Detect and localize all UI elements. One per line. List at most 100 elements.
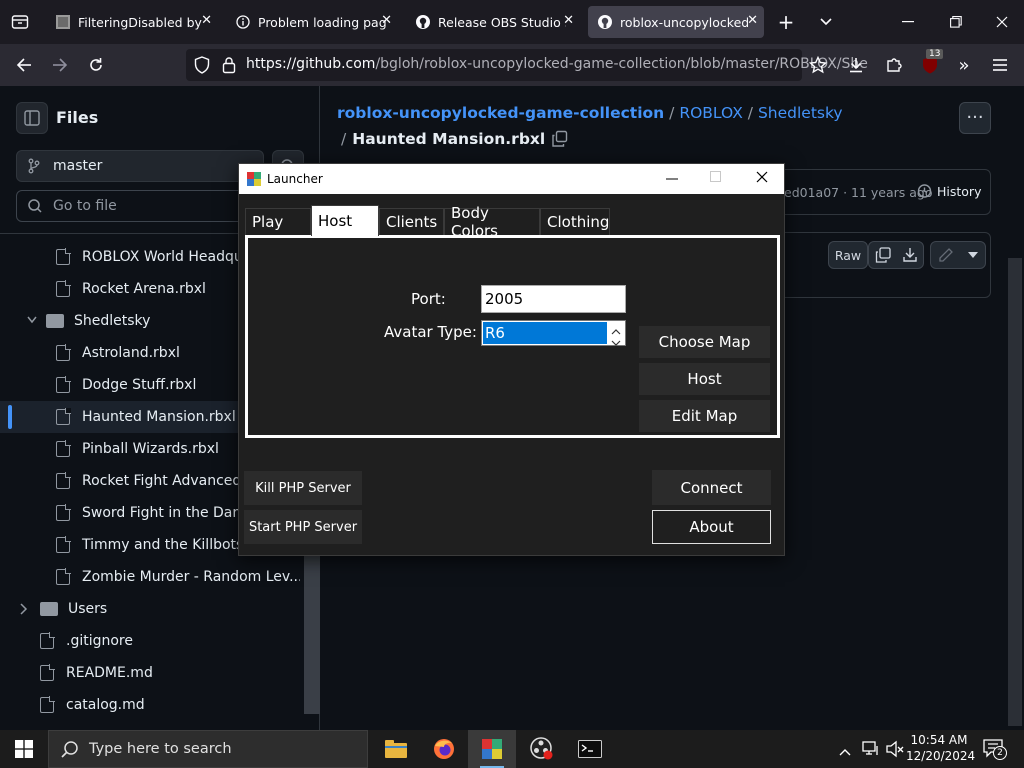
spin-down-icon[interactable] bbox=[610, 333, 622, 352]
avatar-type-value[interactable]: R6 bbox=[483, 322, 607, 344]
about-button[interactable]: About bbox=[652, 510, 771, 544]
history-link[interactable]: History bbox=[916, 183, 981, 199]
caret-down-icon[interactable] bbox=[967, 250, 979, 260]
launcher-app-icon bbox=[247, 172, 261, 189]
copy-icon[interactable] bbox=[875, 247, 891, 263]
list-all-tabs-chevron-icon[interactable] bbox=[814, 10, 838, 34]
download-icon[interactable] bbox=[902, 247, 918, 263]
github-favicon-icon bbox=[598, 15, 612, 29]
tab-filteringdisabled[interactable]: FilteringDisabled by be ✕ bbox=[46, 6, 218, 38]
file-icon bbox=[56, 472, 71, 489]
close-window-icon[interactable] bbox=[990, 10, 1014, 34]
tree-file-item[interactable]: README.md bbox=[0, 657, 300, 689]
terminal-app[interactable] bbox=[566, 730, 614, 768]
minimize-icon[interactable] bbox=[665, 170, 679, 187]
more-options-button[interactable]: ··· bbox=[959, 102, 991, 134]
port-input[interactable]: 2005 bbox=[481, 285, 626, 313]
tab-clothing[interactable]: Clothing bbox=[540, 208, 610, 235]
raw-button[interactable]: Raw bbox=[828, 241, 868, 269]
tab-problem-loading[interactable]: Problem loading page ✕ bbox=[226, 6, 398, 38]
commit-info[interactable]: ed01a07 · 11 years ago bbox=[784, 185, 933, 200]
selection-indicator bbox=[8, 405, 12, 429]
host-button[interactable]: Host bbox=[639, 363, 770, 395]
page-scrollbar[interactable] bbox=[1006, 258, 1024, 730]
close-tab-icon[interactable]: ✕ bbox=[381, 13, 392, 28]
tree-folder-users[interactable]: Users bbox=[0, 593, 300, 625]
notification-count-badge: 2 bbox=[993, 746, 1007, 760]
tab-clients[interactable]: Clients bbox=[379, 208, 444, 235]
tab-host[interactable]: Host bbox=[311, 205, 379, 236]
close-tab-icon[interactable]: ✕ bbox=[201, 13, 212, 28]
search-icon bbox=[61, 741, 78, 758]
tree-file-item[interactable]: .gitignore bbox=[0, 625, 300, 657]
file-explorer-app[interactable] bbox=[372, 730, 420, 768]
ublock-shield-icon[interactable]: 13 bbox=[918, 49, 944, 77]
launcher-title: Launcher bbox=[267, 172, 323, 186]
breadcrumb-file: / Haunted Mansion.rbxl bbox=[341, 130, 569, 148]
breadcrumb-repo-link[interactable]: roblox-uncopylocked-game-collection bbox=[337, 104, 664, 122]
launcher-title-bar[interactable]: Launcher bbox=[239, 164, 784, 194]
restore-icon[interactable] bbox=[944, 10, 968, 34]
breadcrumb-roblox-link[interactable]: ROBLOX bbox=[679, 104, 743, 122]
branch-selector[interactable]: master bbox=[16, 150, 264, 182]
network-icon[interactable] bbox=[862, 740, 880, 762]
reload-icon[interactable] bbox=[84, 53, 108, 77]
edit-button-group[interactable] bbox=[930, 241, 986, 269]
downloads-icon[interactable] bbox=[844, 53, 868, 77]
copy-path-icon[interactable] bbox=[551, 130, 569, 148]
search-icon bbox=[28, 199, 42, 213]
minimize-icon[interactable] bbox=[896, 10, 920, 34]
file-icon bbox=[56, 504, 71, 521]
close-tab-icon[interactable]: ✕ bbox=[747, 13, 758, 28]
windows-logo-icon bbox=[15, 740, 33, 758]
taskbar-search-box[interactable]: Type here to search bbox=[48, 730, 368, 768]
start-php-server-button[interactable]: Start PHP Server bbox=[244, 510, 362, 544]
avatar-type-spinner[interactable]: R6 bbox=[481, 320, 626, 346]
folder-icon bbox=[40, 602, 58, 616]
edit-map-button[interactable]: Edit Map bbox=[639, 400, 770, 432]
copy-download-group[interactable] bbox=[868, 241, 924, 269]
tab-play[interactable]: Play bbox=[245, 208, 311, 235]
choose-map-button[interactable]: Choose Map bbox=[639, 326, 770, 358]
new-tab-plus-icon[interactable]: + bbox=[774, 10, 798, 34]
file-icon bbox=[56, 568, 71, 585]
close-tab-icon[interactable]: ✕ bbox=[563, 13, 574, 28]
obs-app[interactable] bbox=[518, 730, 566, 768]
bookmark-star-icon[interactable] bbox=[806, 53, 830, 77]
firefox-app[interactable] bbox=[420, 730, 468, 768]
extensions-puzzle-icon[interactable] bbox=[882, 53, 906, 77]
file-icon bbox=[40, 664, 55, 681]
shield-icon[interactable] bbox=[194, 56, 210, 78]
forward-arrow-icon[interactable] bbox=[48, 53, 72, 77]
tree-file-item[interactable]: Zombie Murder - Random Lev... bbox=[0, 561, 300, 593]
maximize-icon[interactable] bbox=[710, 171, 722, 186]
tab-body-colors[interactable]: Body Colors bbox=[444, 204, 540, 240]
connect-button[interactable]: Connect bbox=[652, 470, 771, 505]
tree-file-item[interactable]: catalog.md bbox=[0, 689, 300, 721]
roblox-favicon-icon bbox=[56, 15, 70, 29]
hamburger-menu-icon[interactable] bbox=[988, 53, 1012, 77]
page-scrollbar-thumb[interactable] bbox=[1008, 258, 1022, 726]
tab-release-obs[interactable]: Release OBS Studio 31. ✕ bbox=[406, 6, 580, 38]
close-icon[interactable] bbox=[756, 171, 768, 186]
lock-icon[interactable] bbox=[222, 56, 236, 78]
pencil-icon[interactable] bbox=[938, 247, 954, 263]
sidebar-title: Files bbox=[56, 108, 99, 127]
notification-center-icon[interactable]: 2 bbox=[983, 738, 1007, 762]
launcher-app[interactable] bbox=[468, 730, 516, 768]
breadcrumb-shedletsky-link[interactable]: Shedletsky bbox=[758, 104, 843, 122]
address-bar[interactable]: https://github.com/bgloh/roblox-uncopylo… bbox=[186, 49, 868, 81]
file-name: Haunted Mansion.rbxl bbox=[352, 130, 546, 148]
collapse-sidebar-button[interactable] bbox=[16, 102, 48, 134]
scrollbar-thumb[interactable] bbox=[304, 552, 320, 714]
kill-php-server-button[interactable]: Kill PHP Server bbox=[244, 471, 362, 505]
clock[interactable]: 10:54 AM 12/20/2024 bbox=[906, 732, 975, 764]
volume-muted-icon[interactable] bbox=[886, 740, 904, 762]
tab-list-icon[interactable] bbox=[8, 10, 32, 34]
sidebar-scrollbar[interactable] bbox=[302, 552, 320, 728]
start-button[interactable] bbox=[0, 730, 48, 768]
tray-chevron-up-icon[interactable] bbox=[838, 742, 852, 761]
back-arrow-icon[interactable] bbox=[12, 53, 36, 77]
overflow-chevrons-icon[interactable]: » bbox=[952, 53, 976, 77]
tab-roblox-uncopylocked[interactable]: roblox-uncopylocked- ✕ bbox=[588, 6, 764, 38]
